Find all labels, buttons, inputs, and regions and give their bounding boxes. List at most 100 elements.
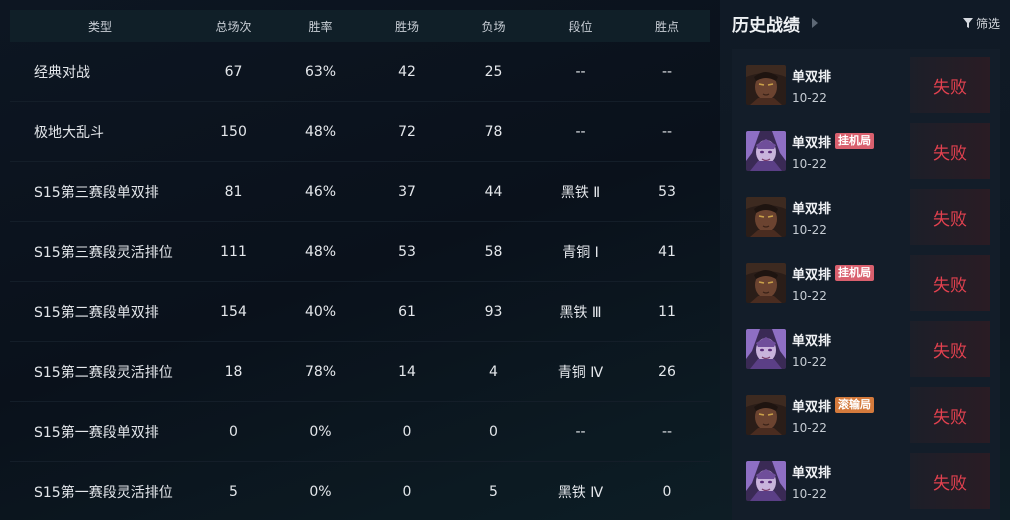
match-tag-badge: 滚输局 [835, 397, 875, 413]
chevron-right-icon[interactable] [812, 18, 818, 28]
table-row[interactable]: 极地大乱斗 150 48% 72 78 -- -- [10, 102, 710, 162]
cell-type: 极地大乱斗 [34, 124, 104, 141]
match-item[interactable]: 单双排 挂机局 10-22 失败 [742, 253, 990, 313]
match-history-title[interactable]: 历史战绩 [732, 11, 800, 36]
column-header-wins: 胜场 [394, 19, 419, 34]
table-row[interactable]: S15第三赛段灵活排位 111 48% 53 58 青铜 Ⅰ 41 [10, 222, 710, 282]
match-history-header: 历史战绩 筛选 [732, 11, 1000, 36]
cell-winrate: 48% [304, 243, 337, 260]
match-date: 10-22 [792, 288, 827, 303]
match-mode: 单双排 [792, 201, 832, 217]
cell-winrate: 48% [304, 123, 337, 140]
match-mode-line: 单双排 挂机局 [792, 264, 875, 283]
cell-winrate: 63% [304, 63, 337, 80]
match-mode: 单双排 [792, 135, 832, 151]
match-mode-line: 单双排 挂机局 [792, 132, 875, 151]
cell-wins: 14 [398, 363, 416, 380]
match-date: 10-22 [792, 156, 827, 171]
table-row[interactable]: S15第二赛段单双排 154 40% 61 93 黑铁 Ⅲ 11 [10, 282, 710, 342]
table-row[interactable]: S15第二赛段灵活排位 18 78% 14 4 青铜 Ⅳ 26 [10, 342, 710, 402]
cell-losses: 0 [489, 423, 498, 440]
cell-total: 5 [229, 483, 238, 500]
match-mode: 单双排 [792, 333, 832, 349]
filter-button[interactable]: 筛选 [962, 15, 1000, 32]
cell-rank: 青铜 Ⅰ [562, 244, 599, 261]
match-result: 失败 [910, 57, 990, 113]
cell-total: 0 [229, 423, 238, 440]
match-info: 单双排 10-22 [792, 462, 831, 501]
filter-label: 筛选 [975, 16, 1000, 31]
cell-lp: 11 [658, 303, 676, 320]
table-row[interactable]: S15第三赛段单双排 81 46% 37 44 黑铁 Ⅱ 53 [10, 162, 710, 222]
cell-total: 154 [220, 303, 247, 320]
match-info: 单双排 挂机局 10-22 [792, 132, 875, 171]
match-result: 失败 [910, 189, 990, 245]
cell-rank: -- [575, 423, 586, 440]
match-mode-line: 单双排 滚输局 [792, 396, 875, 415]
match-item[interactable]: 单双排 10-22 失败 [742, 187, 990, 247]
cell-losses: 4 [489, 363, 498, 380]
cell-losses: 25 [484, 63, 503, 80]
cell-losses: 58 [484, 243, 503, 260]
match-date: 10-22 [792, 486, 827, 501]
match-result: 失败 [910, 255, 990, 311]
column-header-losses: 负场 [481, 19, 506, 34]
filter-icon [962, 18, 973, 28]
match-info: 单双排 挂机局 10-22 [792, 264, 875, 303]
match-mode-line: 单双排 [792, 66, 831, 85]
cell-rank: 黑铁 Ⅳ [557, 484, 604, 501]
cell-total: 67 [224, 63, 243, 80]
stats-table-header: 类型 总场次 胜率 胜场 负场 段位 胜点 [10, 10, 710, 42]
table-row[interactable]: S15第一赛段单双排 0 0% 0 0 -- -- [10, 402, 710, 462]
match-item[interactable]: 单双排 挂机局 10-22 失败 [742, 121, 990, 181]
match-tag-badge: 挂机局 [835, 133, 875, 149]
table-row[interactable]: S15第一赛段灵活排位 5 0% 0 5 黑铁 Ⅳ 0 [10, 462, 710, 520]
match-item[interactable]: 单双排 10-22 失败 [742, 55, 990, 115]
cell-winrate: 46% [304, 183, 337, 200]
cell-rank: 黑铁 Ⅱ [560, 184, 601, 201]
cell-winrate: 0% [309, 483, 332, 500]
cell-winrate: 78% [304, 363, 337, 380]
cell-lp: 53 [658, 183, 676, 200]
match-mode: 单双排 [792, 399, 832, 415]
champion-avatar-icon [746, 263, 786, 303]
cell-lp: 41 [658, 243, 676, 260]
champion-avatar-icon [746, 395, 786, 435]
match-date: 10-22 [792, 420, 827, 435]
cell-wins: 72 [398, 123, 416, 140]
column-header-rank: 段位 [568, 19, 593, 34]
match-mode: 单双排 [792, 69, 832, 85]
match-item[interactable]: 单双排 滚输局 10-22 失败 [742, 385, 990, 445]
match-item[interactable]: 单双排 10-22 失败 [742, 319, 990, 379]
table-row[interactable]: 经典对战 67 63% 42 25 -- -- [10, 42, 710, 102]
column-header-lp: 胜点 [654, 19, 679, 34]
cell-wins: 42 [398, 63, 416, 80]
cell-lp: -- [661, 423, 673, 440]
column-header-total: 总场次 [215, 19, 252, 34]
cell-lp: 26 [658, 363, 676, 380]
column-header-type: 类型 [87, 19, 112, 34]
cell-rank: -- [575, 63, 586, 80]
cell-type: S15第一赛段灵活排位 [34, 484, 173, 501]
match-item[interactable]: 单双排 10-22 失败 [742, 451, 990, 511]
match-mode: 单双排 [792, 267, 832, 283]
cell-total: 18 [224, 363, 243, 380]
match-history-panel: 历史战绩 筛选 单双排 10-22 失败 单双排 挂机局 10-22 失败 单双排 10-22 失… [720, 0, 1010, 520]
column-header-winrate: 胜率 [308, 19, 333, 34]
cell-rank: 青铜 Ⅳ [557, 364, 604, 381]
cell-losses: 44 [484, 183, 503, 200]
cell-total: 81 [224, 183, 243, 200]
match-date: 10-22 [792, 354, 827, 369]
cell-total: 111 [220, 243, 247, 260]
cell-type: S15第一赛段单双排 [34, 424, 159, 441]
cell-wins: 0 [402, 423, 412, 440]
cell-type: S15第二赛段单双排 [34, 304, 159, 321]
stats-table: 类型 总场次 胜率 胜场 负场 段位 胜点 经典对战 67 63% 42 25 -- -- 极… [10, 10, 710, 520]
cell-lp: 0 [662, 483, 672, 500]
match-info: 单双排 滚输局 10-22 [792, 396, 875, 435]
champion-avatar-icon [746, 65, 786, 105]
match-result: 失败 [910, 321, 990, 377]
champion-avatar-icon [746, 329, 786, 369]
cell-losses: 78 [484, 123, 503, 140]
cell-type: 经典对战 [34, 64, 90, 81]
